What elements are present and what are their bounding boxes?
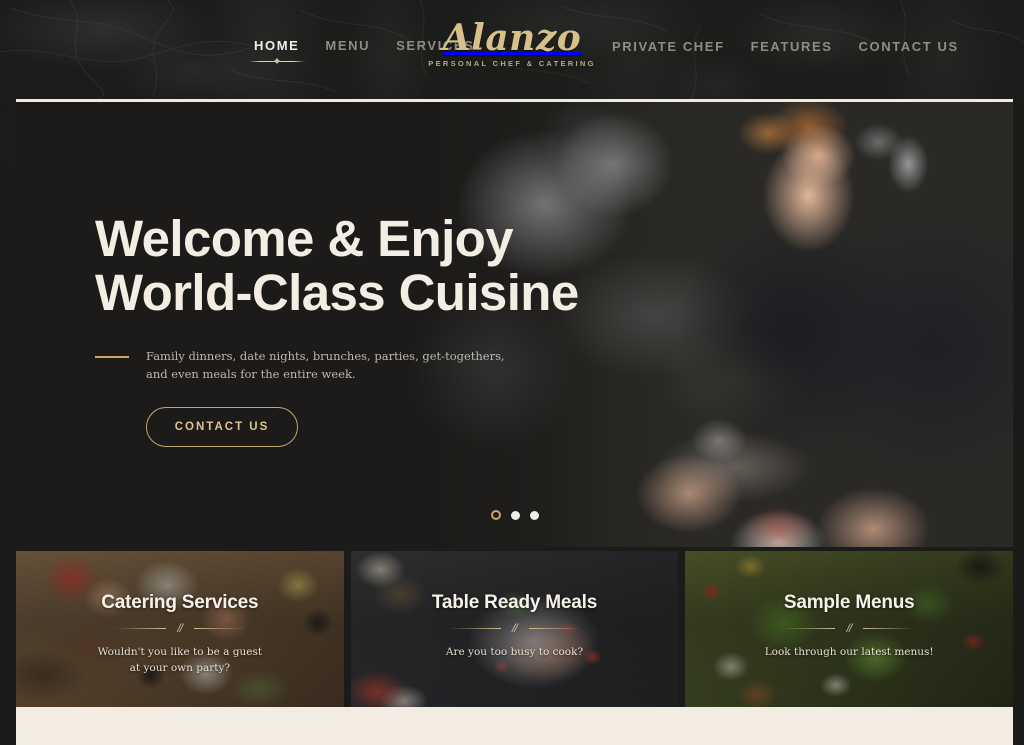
card-title: Catering Services (101, 592, 259, 613)
primary-nav-right: PRIVATE CHEF FEATURES CONTACT US (612, 39, 959, 54)
feature-card-catering-services[interactable]: Catering Services // Wouldn't you like t… (16, 551, 344, 707)
diamond-icon (273, 58, 280, 64)
gold-dash-accent (95, 356, 129, 358)
divider-line-left (783, 628, 836, 629)
hero-heading: Welcome & Enjoy World-Class Cuisine (95, 212, 615, 320)
nav-item-features[interactable]: FEATURES (751, 39, 833, 54)
divider-line-left (448, 628, 501, 629)
nav-item-private-chef-label: PRIVATE CHEF (612, 39, 725, 54)
active-nav-underline-ornament (248, 57, 305, 65)
card-body: Table Ready Meals // Are you too busy to… (351, 551, 679, 707)
card-description: Are you too busy to cook? (446, 644, 583, 660)
logo-brand-name: Alanzo (442, 17, 582, 59)
hero-slider: Welcome & Enjoy World-Class Cuisine Fami… (16, 102, 1013, 547)
slider-dot-1[interactable] (490, 510, 501, 520)
hero-subtitle-line-1: Family dinners, date nights, brunches, p… (146, 349, 505, 363)
hero-heading-line-1: Welcome & Enjoy (95, 210, 514, 267)
divider-line-right (863, 628, 916, 629)
hero-subtitle-row: Family dinners, date nights, brunches, p… (95, 347, 615, 383)
nav-item-features-label: FEATURES (750, 39, 833, 54)
nav-item-contact-us[interactable]: CONTACT US (859, 39, 959, 54)
slider-pagination-dots (16, 510, 1013, 520)
card-description-line-1: Are you too busy to cook? (445, 646, 584, 658)
feature-card-table-ready-meals[interactable]: Table Ready Meals // Are you too busy to… (350, 551, 679, 707)
hero-content: Welcome & Enjoy World-Class Cuisine Fami… (95, 212, 615, 447)
site-shell: HOME MENU SERVICES Alanzo PERSONAL CHEF … (0, 0, 1024, 745)
card-title: Sample Menus (783, 592, 915, 613)
feature-card-sample-menus[interactable]: Sample Menus // Look through our latest … (685, 551, 1014, 707)
card-description-line-2: at your own party? (129, 662, 231, 674)
divider-center-mark: // (846, 623, 853, 634)
card-description-line-1: Look through our latest menus! (764, 646, 934, 658)
logo-tagline: PERSONAL CHEF & CATERING (428, 59, 596, 68)
card-description-line-1: Wouldn't you like to be a guest (97, 646, 263, 658)
card-divider-ornament: // (783, 623, 916, 634)
nav-item-menu-label: MENU (325, 38, 371, 53)
hero-heading-line-2: World-Class Cuisine (95, 264, 579, 321)
site-header: HOME MENU SERVICES Alanzo PERSONAL CHEF … (0, 0, 1024, 101)
card-divider-ornament: // (448, 623, 581, 634)
card-description: Look through our latest menus! (765, 644, 934, 660)
slider-dot-2[interactable] (510, 510, 520, 520)
divider-line-left (113, 628, 166, 629)
card-title: Table Ready Meals (431, 592, 598, 613)
site-logo[interactable]: Alanzo PERSONAL CHEF & CATERING (382, 19, 642, 68)
card-body: Catering Services // Wouldn't you like t… (16, 551, 344, 707)
nav-item-home[interactable]: HOME (248, 38, 305, 64)
divider-center-mark: // (512, 623, 518, 634)
nav-item-menu[interactable]: MENU (325, 38, 370, 53)
hero-contact-us-button[interactable]: CONTACT US (146, 407, 298, 447)
nav-item-contact-us-label: CONTACT US (858, 39, 959, 54)
hero-subtitle: Family dinners, date nights, brunches, p… (146, 347, 505, 383)
divider-line-right (193, 628, 246, 629)
page-footer-area (16, 707, 1013, 745)
hero-subtitle-line-2: and even meals for the entire week. (146, 367, 356, 381)
divider-center-mark: // (177, 623, 183, 634)
nav-item-private-chef[interactable]: PRIVATE CHEF (612, 39, 725, 54)
card-description: Wouldn't you like to be a guest at your … (98, 644, 263, 676)
nav-item-home-label: HOME (254, 38, 300, 53)
card-divider-ornament: // (113, 623, 246, 634)
slider-dot-3[interactable] (529, 510, 539, 520)
card-body: Sample Menus // Look through our latest … (685, 551, 1013, 707)
feature-cards: Catering Services // Wouldn't you like t… (16, 551, 1014, 707)
divider-line-right (528, 628, 581, 629)
